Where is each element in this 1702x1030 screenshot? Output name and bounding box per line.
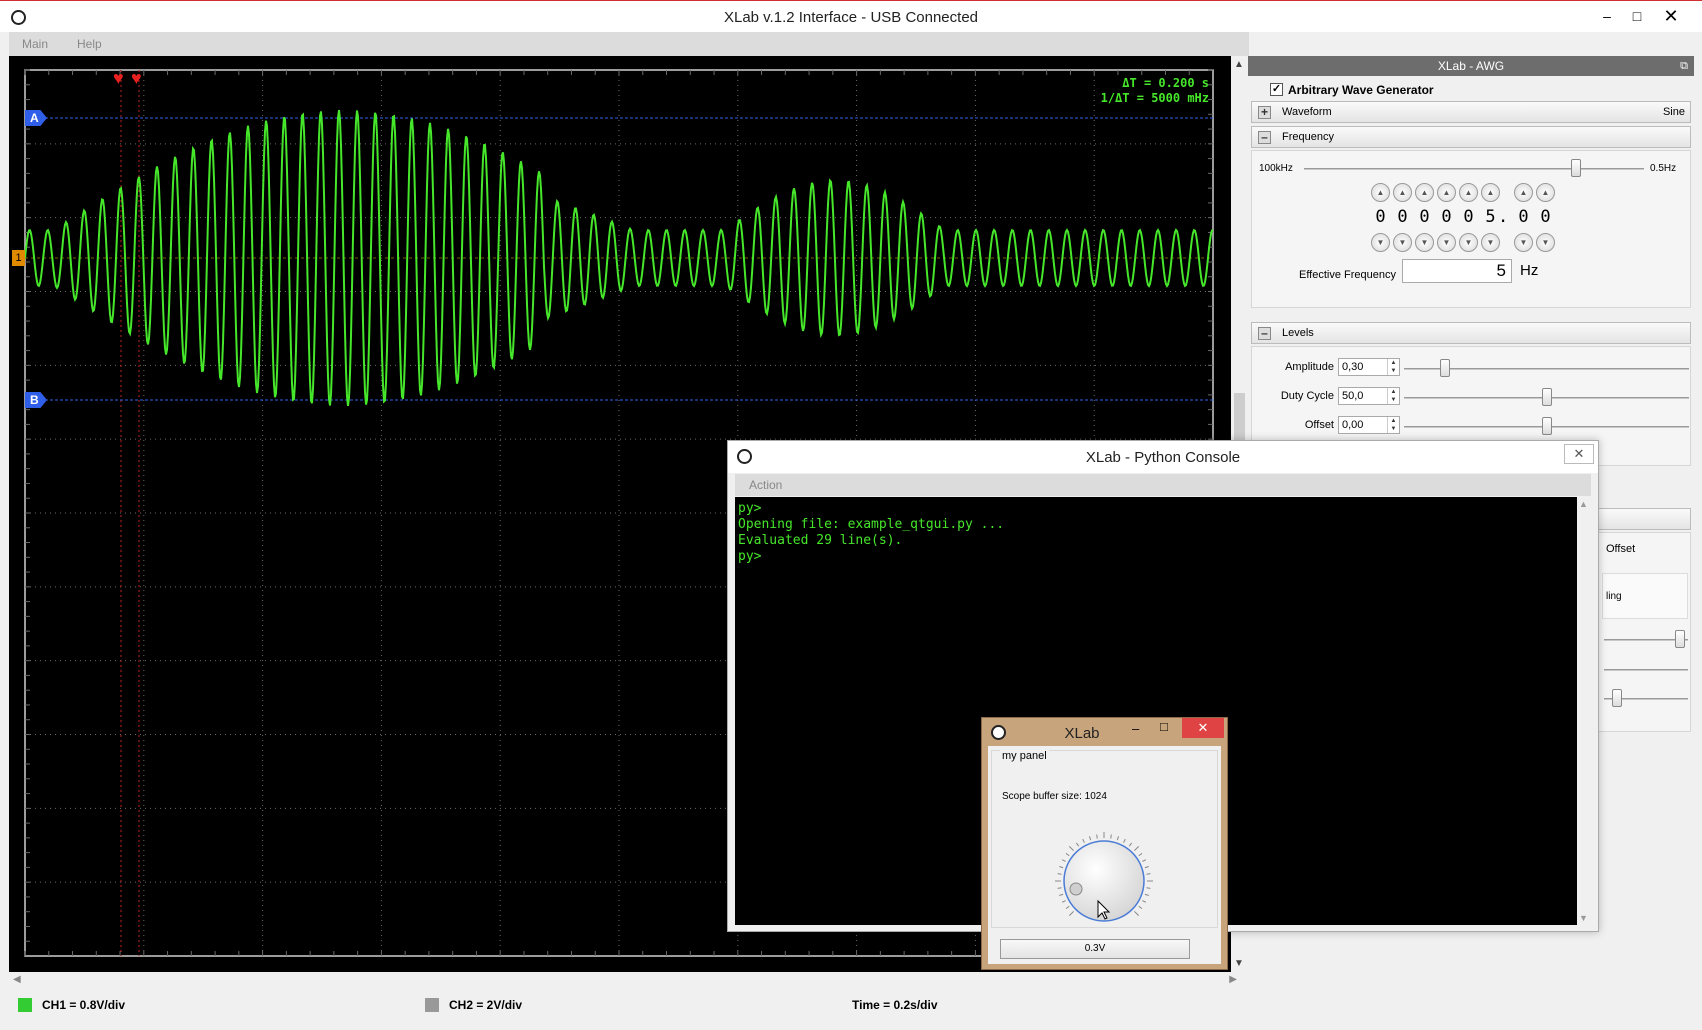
freq-min-label: 100kHz — [1259, 163, 1293, 174]
frequency-slider-thumb[interactable] — [1571, 159, 1581, 177]
awg-title: XLab - AWG — [1437, 59, 1505, 73]
digit-down-button[interactable]: ▼ — [1393, 233, 1412, 252]
digit-down-button[interactable]: ▼ — [1459, 233, 1478, 252]
ch1-color-swatch — [18, 998, 32, 1012]
effective-frequency-field[interactable]: 5 — [1402, 259, 1512, 283]
main-title-bar: XLab v.1.2 Interface - USB Connected – □… — [0, 0, 1702, 32]
digit-up-button[interactable]: ▲ — [1481, 183, 1500, 202]
duty-cycle-slider-thumb[interactable] — [1542, 388, 1552, 406]
ch1-level-marker[interactable]: 1 — [12, 250, 25, 266]
digit-up-button[interactable]: ▲ — [1459, 183, 1478, 202]
close-button[interactable]: ✕ — [1652, 3, 1690, 29]
digit-up-button[interactable]: ▲ — [1536, 183, 1555, 202]
console-line: Opening file: example_qtgui.py ... — [738, 517, 1005, 532]
undock-icon[interactable]: ⧉ — [1680, 56, 1688, 76]
frequency-digit: 0 — [1375, 207, 1386, 227]
digit-up-button[interactable]: ▲ — [1371, 183, 1390, 202]
menu-bar: Main Help — [9, 32, 1249, 56]
partial-offset-label: Offset — [1606, 543, 1636, 555]
duty-cycle-spinbox[interactable]: 50,0 ▲ ▼ — [1338, 387, 1400, 405]
console-close-button[interactable]: ✕ — [1564, 444, 1594, 464]
amplitude-label: Amplitude — [1285, 361, 1334, 373]
cursor-marker-1[interactable]: ♥ — [113, 69, 124, 87]
console-scrollbar[interactable]: ▲ ▼ — [1577, 497, 1591, 925]
digit-down-button[interactable]: ▼ — [1437, 233, 1456, 252]
expand-icon: + — [1258, 106, 1271, 119]
delta-t-readout: ΔT = 0.200 s 1/ΔT = 5000 mHz — [1100, 76, 1209, 105]
status-bar: CH1 = 0.8V/div CH2 = 2V/div Time = 0.2s/… — [9, 990, 1249, 1020]
collapse-icon: – — [1258, 131, 1271, 144]
console-menu-bar: Action — [735, 474, 1591, 496]
amplitude-slider-thumb[interactable] — [1440, 359, 1450, 377]
levels-section-header[interactable]: – Levels — [1251, 322, 1691, 344]
awg-title-bar: XLab - AWG ⧉ — [1248, 56, 1694, 76]
scope-horizontal-scrollbar[interactable]: ◀ ▶ — [9, 972, 1241, 989]
frequency-section: 100kHz 0.5Hz 0 ▲ ▼ 0 ▲ ▼ 0 ▲ ▼ 0 ▲ ▼ 0 ▲ ▼ 5 ▲ ▼. 0 ▲ ▼ 0 ▲ ▼ E… — [1251, 150, 1691, 308]
frequency-digit: 0 — [1463, 207, 1474, 227]
time-scale: Time = 0.2s/div — [852, 998, 938, 1012]
digit-down-button[interactable]: ▼ — [1536, 233, 1555, 252]
panel-close-button[interactable]: ✕ — [1182, 718, 1224, 738]
console-line: Evaluated 29 line(s). — [738, 533, 903, 548]
digit-down-button[interactable]: ▼ — [1481, 233, 1500, 252]
amplitude-dial[interactable] — [1054, 831, 1154, 931]
console-title: XLab - Python Console — [1085, 449, 1241, 466]
panel-body: my panel Scope buffer size: 1024 0.3V — [988, 746, 1221, 964]
frequency-digit: 0 — [1540, 207, 1551, 227]
panel-group-box: my panel Scope buffer size: 1024 — [991, 750, 1218, 928]
window-title: XLab v.1.2 Interface - USB Connected — [723, 9, 979, 26]
panel-maximize-button[interactable]: □ — [1160, 719, 1168, 734]
panel-group-title: my panel — [1000, 750, 1049, 762]
frequency-slider[interactable] — [1304, 168, 1644, 170]
partial-slider-thumb-2[interactable] — [1612, 689, 1622, 707]
console-title-bar: XLab - Python Console ✕ — [728, 441, 1598, 473]
collapse-icon: – — [1258, 327, 1271, 340]
panel-title-bar: XLab – □ ✕ — [982, 718, 1227, 746]
menu-help[interactable]: Help — [77, 37, 102, 51]
freq-max-label: 0.5Hz — [1650, 163, 1677, 174]
digit-up-button[interactable]: ▲ — [1514, 183, 1533, 202]
digit-down-button[interactable]: ▼ — [1415, 233, 1434, 252]
waveform-value: Sine — [1662, 106, 1685, 118]
digit-up-button[interactable]: ▲ — [1415, 183, 1434, 202]
frequency-digit: 0 — [1397, 207, 1408, 227]
frequency-digit: 0 — [1518, 207, 1529, 227]
amplitude-spinbox[interactable]: 0,30 ▲ ▼ — [1338, 358, 1400, 376]
frequency-digit: 0 — [1441, 207, 1452, 227]
partial-ling-label: ling — [1606, 591, 1622, 602]
digit-up-button[interactable]: ▲ — [1437, 183, 1456, 202]
frequency-digit: . — [1498, 207, 1509, 227]
ch1-scale: CH1 = 0.8V/div — [42, 998, 126, 1012]
xlab-panel-window: XLab – □ ✕ my panel Scope buffer size: 1… — [981, 717, 1228, 970]
maximize-button[interactable]: □ — [1618, 3, 1656, 29]
voltage-button[interactable]: 0.3V — [1000, 939, 1190, 959]
effective-frequency-label: Effective Frequency — [1298, 269, 1396, 281]
cursor-marker-2[interactable]: ♥ — [131, 69, 142, 87]
offset-label: Offset — [1304, 419, 1334, 431]
offset-spinbox[interactable]: 0,00 ▲ ▼ — [1338, 416, 1400, 434]
duty-cycle-label: Duty Cycle — [1280, 390, 1334, 402]
menu-action[interactable]: Action — [749, 478, 782, 492]
console-line: py> — [738, 501, 762, 516]
frequency-digit: 0 — [1419, 207, 1430, 227]
panel-minimize-button[interactable]: – — [1132, 721, 1139, 736]
ch2-scale: CH2 = 2V/div — [449, 998, 523, 1012]
console-line: py> — [738, 549, 762, 564]
digit-up-button[interactable]: ▲ — [1393, 183, 1412, 202]
menu-main[interactable]: Main — [22, 37, 48, 51]
scope-buffer-label: Scope buffer size: 1024 — [1002, 791, 1107, 802]
panel-title: XLab — [1064, 725, 1100, 742]
offset-slider-thumb[interactable] — [1542, 417, 1552, 435]
effective-frequency-unit: Hz — [1520, 262, 1539, 279]
digit-down-button[interactable]: ▼ — [1371, 233, 1390, 252]
frequency-section-header[interactable]: – Frequency — [1251, 126, 1691, 148]
awg-enable-checkbox[interactable]: ✓ — [1270, 83, 1283, 96]
ch2-color-swatch — [425, 998, 439, 1012]
partial-slider-thumb-1[interactable] — [1675, 630, 1685, 648]
waveform-section-header[interactable]: + Waveform Sine — [1251, 101, 1691, 123]
awg-enable-label: Arbitrary Wave Generator — [1288, 83, 1434, 97]
digit-down-button[interactable]: ▼ — [1514, 233, 1533, 252]
